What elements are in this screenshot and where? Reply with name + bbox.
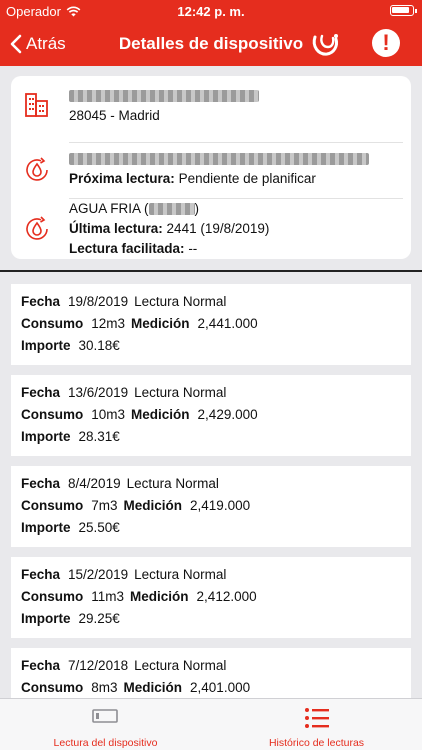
tab-reading-history[interactable]: Histórico de lecturas (211, 699, 422, 750)
alert-button[interactable]: ! (372, 29, 400, 57)
tab-label: Histórico de lecturas (268, 737, 365, 749)
back-label: Atrás (26, 34, 66, 53)
water-type: AGUA FRIA ( (69, 201, 149, 216)
next-reading-label: Próxima lectura: (69, 171, 175, 186)
water-drop-icon (26, 216, 48, 240)
tab-label: Lectura del dispositivo (53, 737, 158, 749)
provided-reading-label: Lectura facilitada: (69, 241, 185, 256)
battery-icon (390, 5, 417, 16)
reading-item[interactable]: Fecha 15/2/2019 Lectura Normal Consumo 11m3… (11, 557, 411, 638)
redacted-community (69, 153, 369, 166)
redacted-meter-id (148, 203, 195, 216)
back-button[interactable]: Atrás (10, 30, 66, 58)
reading-item[interactable]: Fecha 13/6/2019 Lectura Normal Consumo 10m3… (11, 375, 411, 456)
address-postcode: 28045 - Madrid (69, 108, 160, 123)
list-icon (305, 708, 329, 728)
provided-reading-value: -- (188, 241, 198, 256)
device-info-card: 28045 - Madrid Próxima lectura: Pendient… (11, 76, 411, 259)
redacted-address (69, 90, 259, 103)
tab-bar: Lectura del dispositivo Histórico de lec… (0, 698, 422, 750)
status-time: 12:42 p. m. (177, 4, 245, 19)
status-bar: Operador 12:42 p. m. (0, 0, 422, 22)
last-reading-value: 2441 (19/8/2019) (166, 221, 270, 236)
building-icon (25, 93, 48, 117)
navigation-bar: Operador 12:42 p. m. Atrás Detalles de d… (0, 0, 422, 66)
chevron-left-icon (10, 34, 22, 54)
next-reading-row: Próxima lectura: Pendiente de planificar (11, 143, 411, 198)
meter-row: AGUA FRIA () Última lectura: 2441 (19/8/… (11, 199, 411, 259)
brand-logo-icon (312, 34, 338, 56)
water-type-close: ) (194, 201, 200, 216)
section-divider (0, 270, 422, 272)
meter-icon (92, 709, 118, 723)
address-row: 28045 - Madrid (11, 76, 411, 142)
next-reading-value: Pendiente de planificar (178, 171, 316, 186)
water-drop-icon (26, 157, 48, 181)
reading-item[interactable]: Fecha 8/4/2019 Lectura Normal Consumo 7m3 Me… (11, 466, 411, 547)
last-reading-label: Última lectura: (69, 221, 163, 236)
tab-device-reading[interactable]: Lectura del dispositivo (0, 699, 211, 750)
reading-item[interactable]: Fecha 19/8/2019 Lectura Normal Consumo 12m3… (11, 284, 411, 365)
